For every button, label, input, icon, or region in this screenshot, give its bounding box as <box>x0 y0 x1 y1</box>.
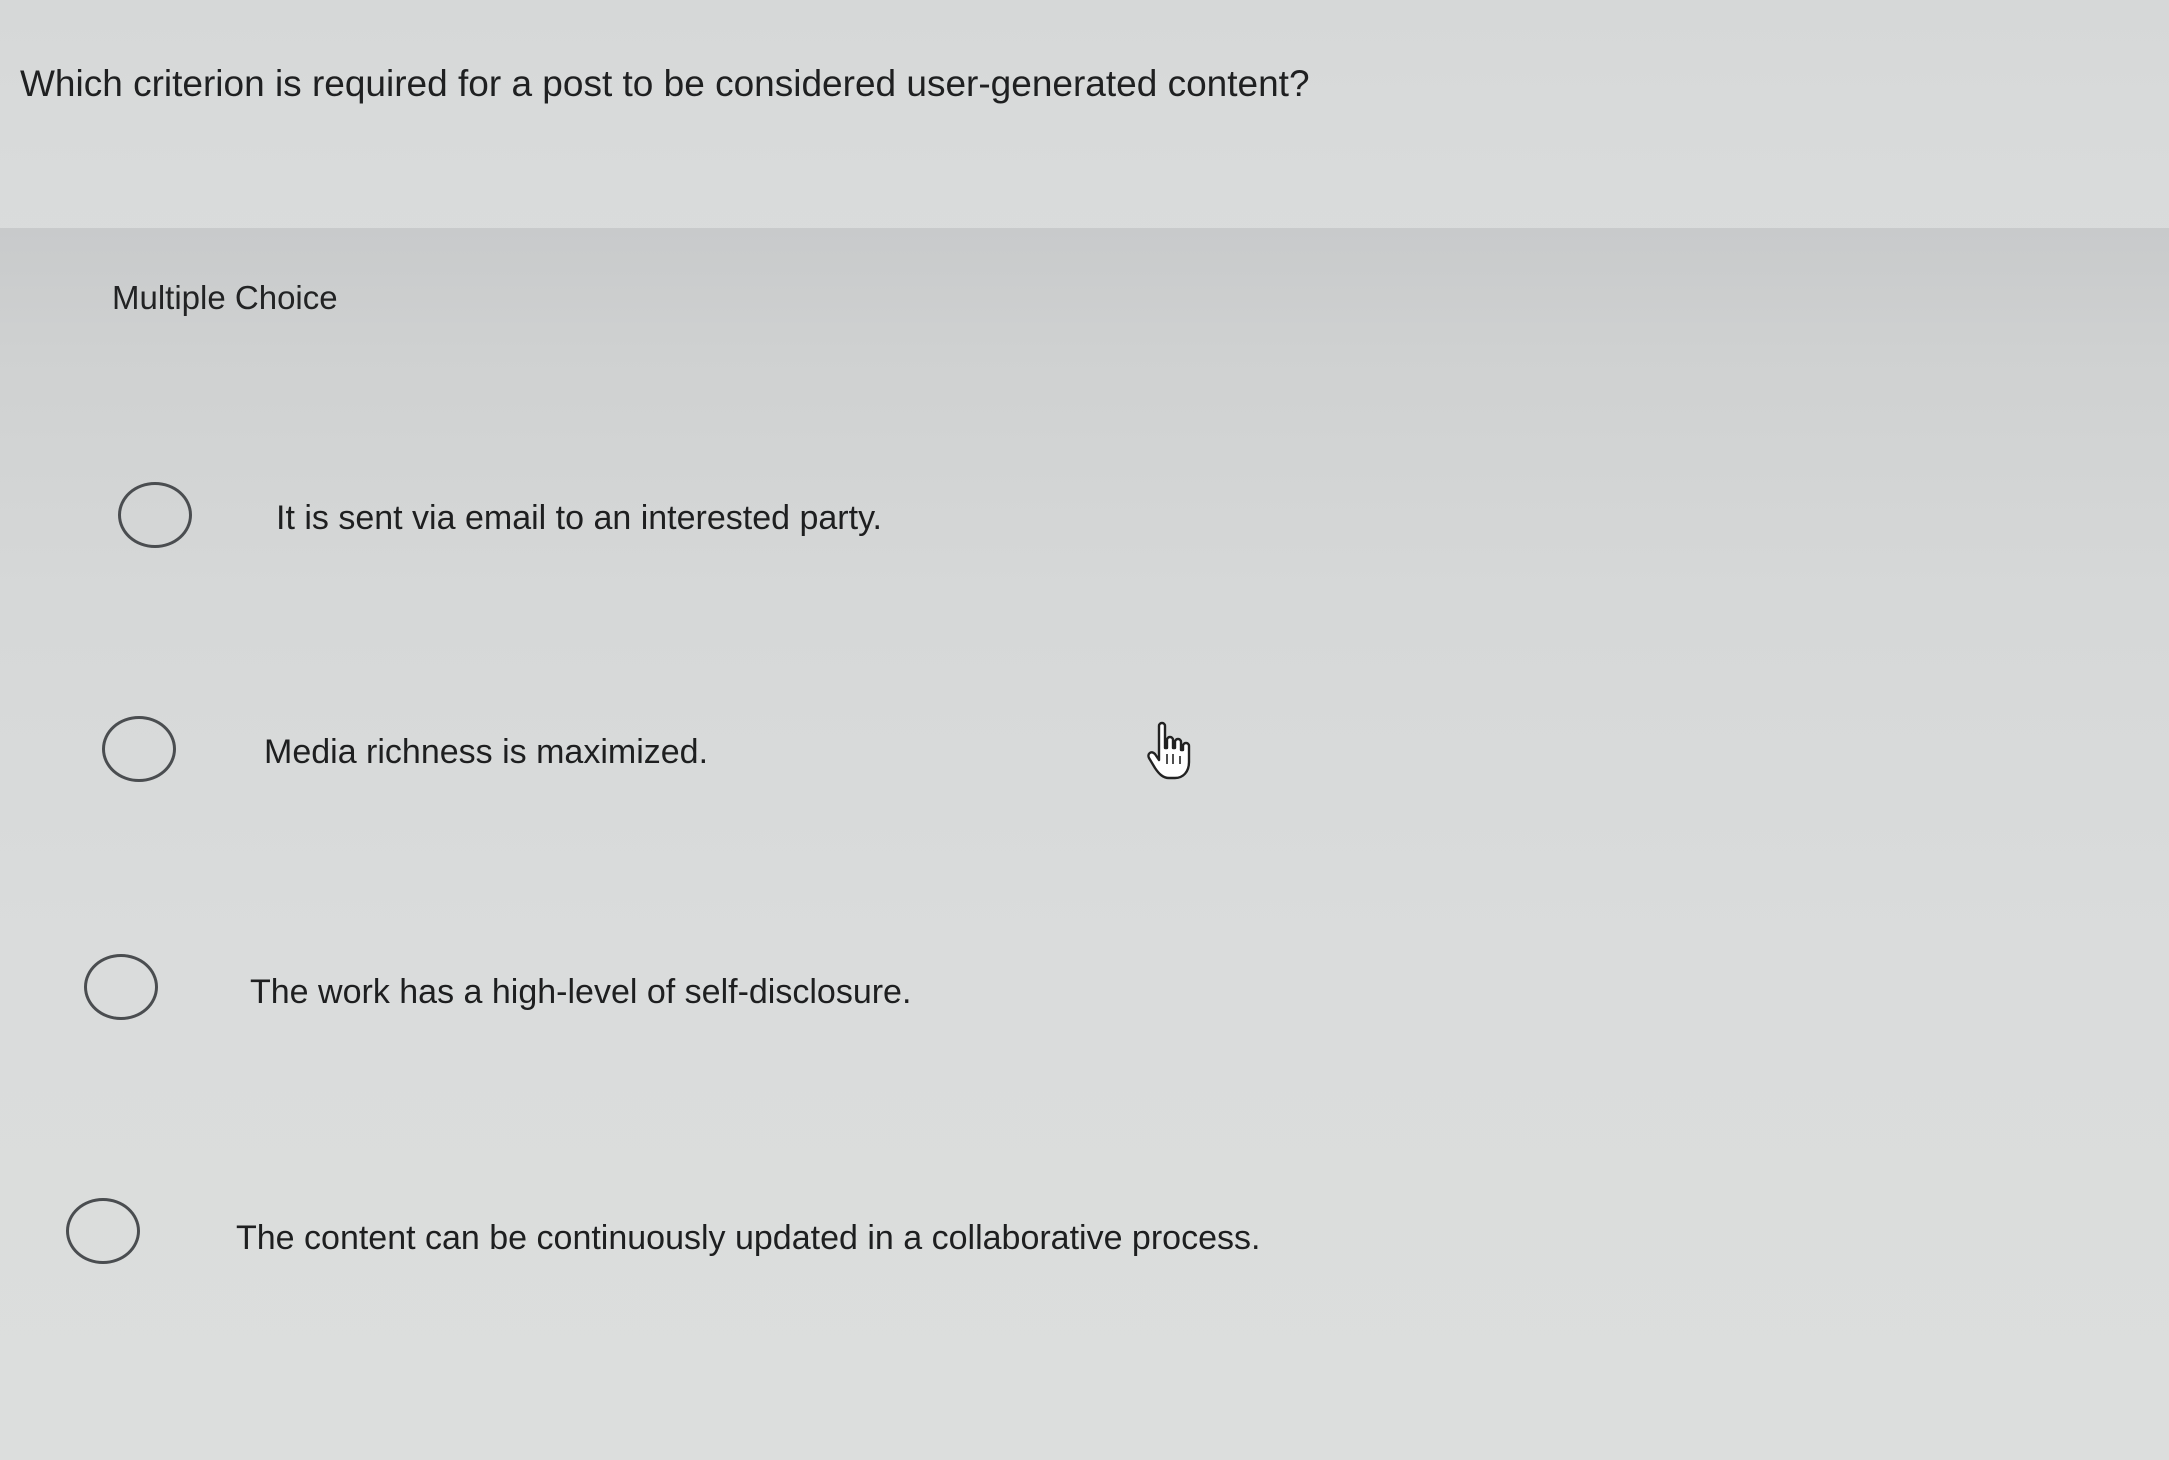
radio-button-icon[interactable] <box>66 1198 140 1264</box>
radio-button-icon[interactable] <box>102 716 176 782</box>
answer-option-label[interactable]: It is sent via email to an interested pa… <box>276 496 882 540</box>
hand-pointer-icon <box>1147 721 1191 780</box>
answer-option-2[interactable]: Media richness is maximized. <box>0 672 2169 850</box>
radio-button-icon[interactable] <box>118 482 192 548</box>
answer-option-4[interactable]: The content can be continuously updated … <box>0 1156 2169 1334</box>
answer-option-label[interactable]: The content can be continuously updated … <box>236 1216 1260 1260</box>
radio-button-icon[interactable] <box>84 954 158 1020</box>
multiple-choice-header: Multiple Choice <box>112 279 338 316</box>
answer-option-label[interactable]: Media richness is maximized. <box>264 730 708 774</box>
answer-option-label[interactable]: The work has a high-level of self-disclo… <box>250 970 911 1014</box>
answer-option-1[interactable]: It is sent via email to an interested pa… <box>0 440 2169 618</box>
question-text: Which criterion is required for a post t… <box>20 63 1310 104</box>
answer-option-3[interactable]: The work has a high-level of self-disclo… <box>0 910 2169 1088</box>
